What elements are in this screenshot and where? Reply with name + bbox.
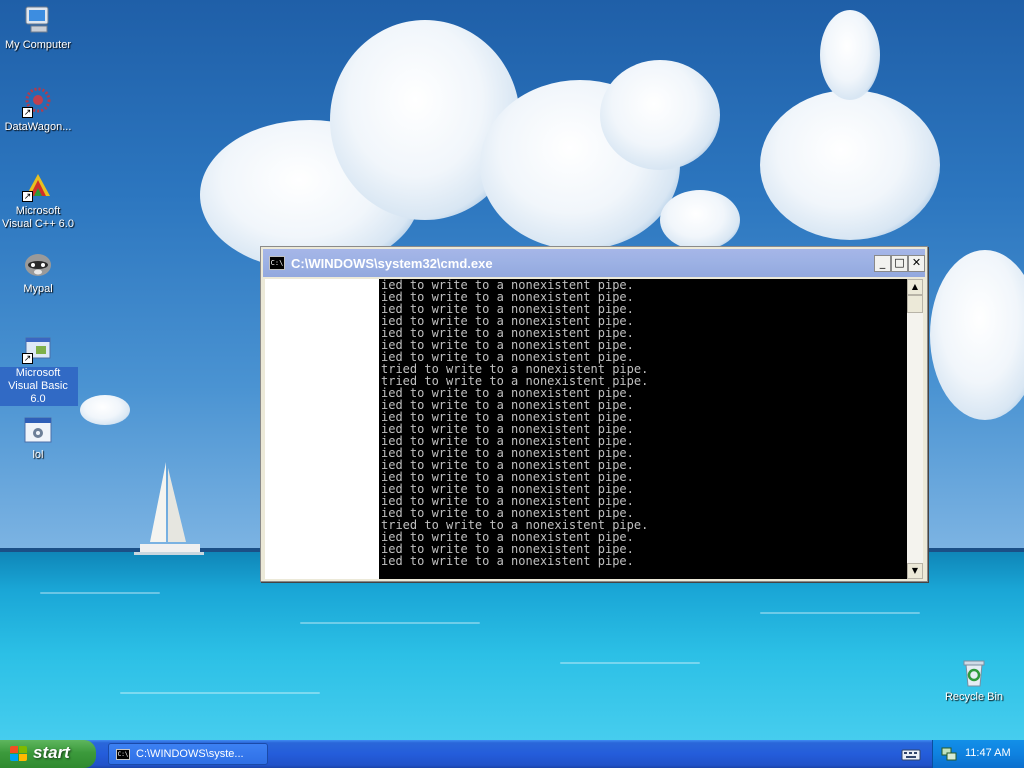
scroll-down-button[interactable]: ▼ <box>907 563 923 579</box>
window-titlebar[interactable]: C:\ C:\WINDOWS\system32\cmd.exe _ □ ✕ <box>263 249 925 277</box>
sailboat-illustration <box>134 462 204 555</box>
application-window-icon <box>22 414 54 446</box>
wallpaper-cloud <box>80 395 130 425</box>
desktop-icon-visual-basic[interactable]: ↗ Microsoft Visual Basic 6.0 <box>0 332 78 406</box>
sea-ripple <box>760 612 920 614</box>
sea-ripple <box>300 622 480 624</box>
desktop-icon-mypal[interactable]: Mypal <box>0 248 78 296</box>
sea-ripple <box>40 592 160 594</box>
visual-basic-icon: ↗ <box>22 332 54 364</box>
console-client-area[interactable]: ied to write to a nonexistent pipe. ied t… <box>265 279 923 579</box>
visual-cpp-icon: ↗ <box>22 170 54 202</box>
maximize-button[interactable]: □ <box>891 255 908 272</box>
vertical-scrollbar[interactable]: ▲ ▼ <box>907 279 923 579</box>
wallpaper-cloud <box>820 10 880 100</box>
taskbar-clock[interactable]: 11:47 AM <box>965 747 1011 759</box>
window-title: C:\WINDOWS\system32\cmd.exe <box>291 255 493 271</box>
keyboard-icon[interactable] <box>900 745 922 763</box>
taskbar-button-label: C:\WINDOWS\syste... <box>136 748 244 760</box>
console-output[interactable]: ied to write to a nonexistent pipe. ied t… <box>381 279 907 579</box>
sea-ripple <box>560 662 700 664</box>
minimize-button[interactable]: _ <box>874 255 891 272</box>
start-button[interactable]: start <box>0 740 96 768</box>
start-label: start <box>33 743 70 762</box>
desktop-icon-label: My Computer <box>4 39 72 51</box>
sail-jib <box>168 468 186 542</box>
desktop-icon-my-computer[interactable]: My Computer <box>0 4 78 52</box>
desktop-icon-label: DataWagon... <box>4 121 72 133</box>
desktop-icon-recycle-bin[interactable]: Recycle Bin <box>934 656 1014 704</box>
mypal-raccoon-icon <box>22 248 54 280</box>
windows-flag-icon <box>10 746 28 762</box>
console-app-icon[interactable]: C:\ <box>269 256 285 270</box>
scroll-up-button[interactable]: ▲ <box>907 279 923 295</box>
boat-reflection <box>134 552 204 555</box>
network-icon[interactable] <box>941 746 957 762</box>
boat-hull <box>140 544 200 552</box>
cmd-window[interactable]: C:\ C:\WINDOWS\system32\cmd.exe _ □ ✕ ie… <box>260 246 928 582</box>
desktop-icon-datawagon[interactable]: ↗ DataWagon... <box>0 86 78 134</box>
desktop-icon-label: Microsoft Visual Basic 6.0 <box>0 367 78 406</box>
sail-main <box>150 462 166 542</box>
datawagon-icon: ↗ <box>22 86 54 118</box>
desktop-icon-label: Mypal <box>23 283 53 295</box>
desktop-icon-label: lol <box>32 449 44 461</box>
desktop-icon-lol[interactable]: lol <box>0 414 78 462</box>
sea-ripple <box>120 692 320 694</box>
scroll-thumb[interactable] <box>907 295 923 313</box>
recycle-bin-icon <box>958 656 990 688</box>
computer-icon <box>22 4 54 36</box>
taskbar-button-cmd[interactable]: C:\ C:\WINDOWS\syste... <box>108 743 268 765</box>
desktop-icon-label: Microsoft Visual C++ 6.0 <box>2 205 74 230</box>
console-app-icon: C:\ <box>116 749 130 760</box>
system-tray: 11:47 AM <box>932 740 1024 768</box>
wallpaper-cloud <box>760 90 940 240</box>
desktop-icon-label: Recycle Bin <box>944 691 1004 703</box>
close-button[interactable]: ✕ <box>908 255 925 272</box>
wallpaper-cloud <box>600 60 720 170</box>
wallpaper-cloud <box>660 190 740 250</box>
shortcut-arrow-icon: ↗ <box>22 353 33 364</box>
taskbar: start C:\ C:\WINDOWS\syste... 11:47 AM <box>0 740 1024 768</box>
console-line: ied to write to a nonexistent pipe. <box>381 554 634 568</box>
console-blank-region <box>265 279 379 579</box>
desktop-icon-visual-cpp[interactable]: ↗ Microsoft Visual C++ 6.0 <box>0 170 78 231</box>
shortcut-arrow-icon: ↗ <box>22 191 33 202</box>
shortcut-arrow-icon: ↗ <box>22 107 33 118</box>
